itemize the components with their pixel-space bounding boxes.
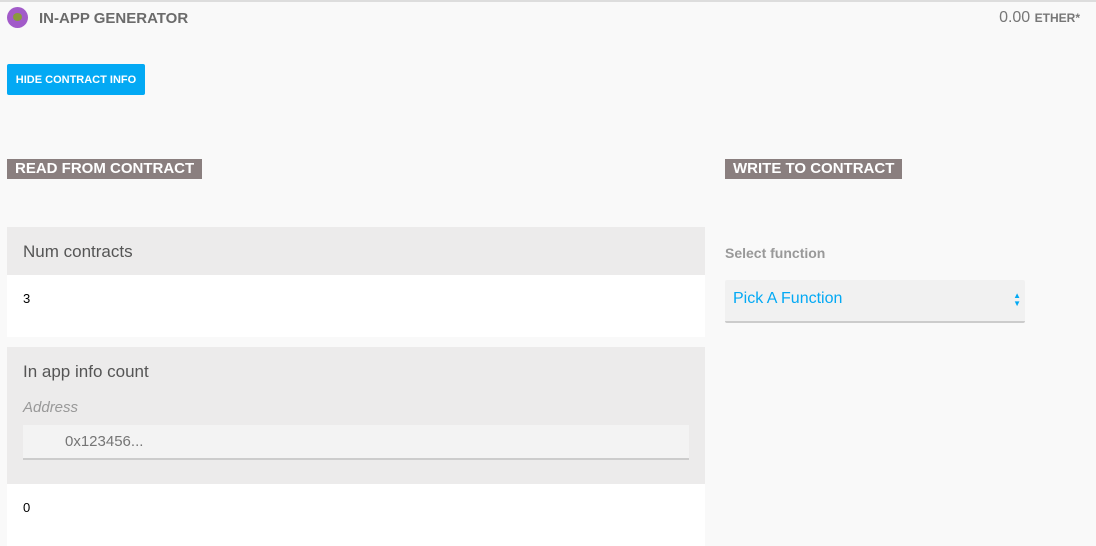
item-label: Num contracts [23,242,133,261]
hide-contract-info-button[interactable]: HIDE CONTRACT INFO [7,64,145,95]
write-section-title: WRITE TO CONTRACT [725,159,903,179]
read-section-title: READ FROM CONTRACT [7,159,203,179]
address-label: Address [23,399,79,416]
balance-value: 0.00 [999,9,1031,26]
function-select-value: Pick A Function [733,290,843,307]
select-function-label: Select function [725,245,826,261]
read-item-num-contracts: Num contracts 3 [7,227,705,337]
item-label: In app info count [23,362,149,381]
select-arrows-icon: ▲ ▼ [1013,291,1021,308]
app-title: IN-APP GENERATOR [39,10,189,27]
item-value: 0 [7,484,705,546]
read-item-in-app-info-count: In app info count Address 0 [7,347,705,546]
app-logo-icon [7,7,28,28]
balance: 0.00 ETHER* [999,9,1080,27]
item-value: 3 [7,275,705,337]
function-select[interactable]: Pick A Function ▲ ▼ [725,280,1025,323]
balance-unit: ETHER* [1034,11,1080,25]
address-input[interactable] [23,425,689,460]
